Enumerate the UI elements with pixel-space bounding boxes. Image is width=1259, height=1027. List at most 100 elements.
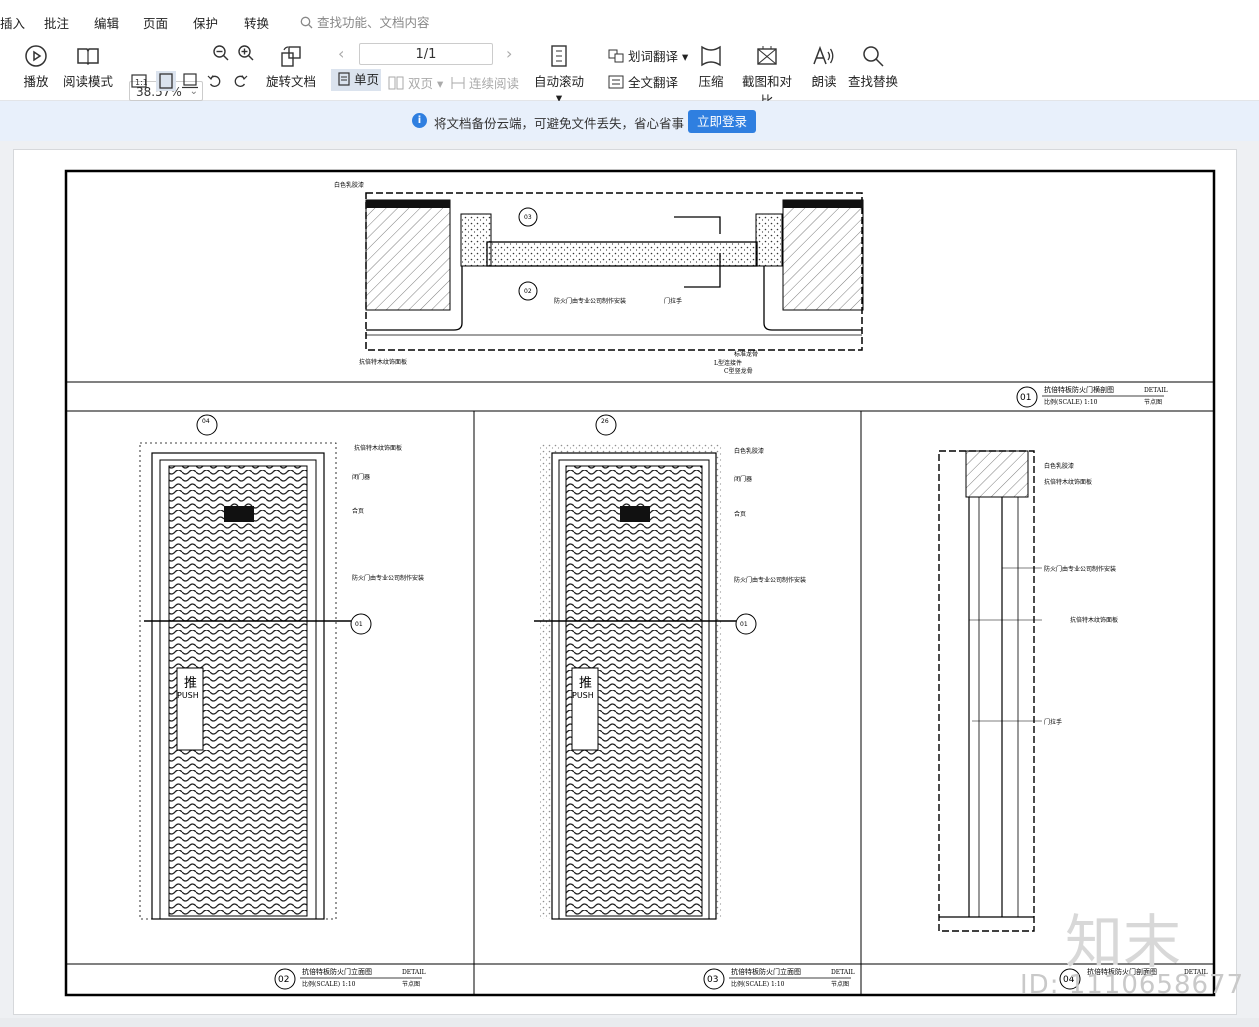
single-page-label: 单页 [353,72,379,87]
play-label: 播放 [23,74,49,89]
elev-a-no: 02 [278,975,289,985]
single-page-icon [338,72,350,86]
elev-b-no: 03 [707,975,718,985]
find-replace-label: 查找替换 [848,74,899,89]
read-aloud-button[interactable]: 朗读 [809,44,839,90]
auto-scroll-button[interactable]: 自动滚动 ▾ [529,44,589,105]
menu-convert[interactable]: 转换 [244,13,269,32]
label-fire-door-side: 防火门由专业公司制作安装 [1044,565,1116,573]
section-scale: 比例(SCALE) 1:10 [1044,398,1098,406]
label-fire-door-b: 防火门由专业公司制作安装 [734,576,806,584]
label-std-steel: 标准龙骨 [734,350,758,358]
read-aloud-label: 朗读 [811,74,837,89]
label-panel-side-2: 抗倍特木纹饰面板 [1070,616,1118,624]
cloud-backup-notice: i 将文档备份云端，可避免文件丢失，省心省事 立即登录 [0,101,1259,141]
prev-page-icon[interactable]: ‹ [338,44,344,63]
read-aloud-icon [813,45,834,65]
menu-page[interactable]: 页面 [143,13,168,32]
compress-icon [701,45,721,67]
function-search[interactable]: 查找功能、文档内容 [300,12,430,31]
menu-edit[interactable]: 编辑 [94,13,119,32]
rotate-left-icon[interactable] [207,73,223,89]
elev-b-detail-en: DETAIL [831,969,855,976]
label-white-latex-b: 白色乳胶漆 [734,447,764,455]
menu-bar: 插入 批注 编辑 页面 保护 转换 查找功能、文档内容 [0,0,1259,38]
menu-insert[interactable]: 插入 [0,13,25,32]
menu-protect[interactable]: 保护 [193,13,218,32]
watermark-id: ID: 1110658677 [1020,970,1245,1000]
zoom-out-icon[interactable] [212,44,230,62]
section-detail-en: DETAIL [1144,387,1168,394]
reading-mode-button[interactable]: 阅读模式 [63,44,113,90]
door-elevation-a: 推 PUSH 01 04 抗倍特木纹饰面板 闭门器 合页 防火门由专业公司制作安… [139,414,424,920]
label-closer-a: 闭门器 [352,473,370,481]
svg-text:1:1: 1:1 [135,78,147,87]
elev-b-scale: 比例(SCALE) 1:10 [731,980,785,988]
double-page-icon [388,76,404,90]
door-elevation-b: 推 PUSH 01 26 白色乳胶漆 闭门器 合页 防火门由专业公司制作安装 [534,414,806,920]
push-label-cn-b: 推 [579,676,592,691]
elev-a-mark: 01 [355,621,363,628]
elev-b-top-mark: 26 [601,418,609,425]
word-translate-button[interactable]: 划词翻译 ▾ [608,46,688,65]
play-button[interactable]: 播放 [22,44,50,90]
label-handle-top: 门拉手 [664,297,682,305]
rotate-right-icon[interactable] [232,73,248,89]
play-icon [25,45,47,67]
next-page-icon[interactable]: › [506,44,512,63]
login-button[interactable]: 立即登录 [688,110,756,133]
fit-page-icon[interactable] [156,71,176,91]
section-mark-bottom: 02 [524,288,532,295]
translate-icon [608,49,624,63]
book-icon [77,48,99,66]
word-translate-label: 划词翻译 [627,49,678,64]
search-icon [863,46,884,67]
actual-size-icon[interactable]: 1:1 [131,73,147,89]
push-label-en-a: PUSH [177,691,199,700]
rotate-document-button[interactable]: 旋转文档 [265,44,317,90]
auto-scroll-label: 自动滚动 [533,74,584,89]
push-label-en-b: PUSH [572,691,594,700]
label-handle-side: 门拉手 [1044,718,1062,726]
rotate-document-label: 旋转文档 [265,74,316,89]
info-icon: i [412,113,427,128]
screenshot-icon [757,46,777,65]
door-section-plan: 03 02 白色乳胶漆 防火门由专业公司制作安装 门拉手 抗倍特木纹饰面板 标准… [334,181,864,375]
elev-a-top-mark: 04 [202,418,210,425]
label-panel-side: 抗倍特木纹饰面板 [1044,478,1092,486]
elev-b-mark: 01 [740,621,748,628]
label-fire-door-top: 防火门由专业公司制作安装 [554,297,626,305]
page-indicator: 1/1 [415,47,437,62]
label-white-latex-side: 白色乳胶漆 [1044,462,1074,470]
push-label-cn-a: 推 [184,676,197,691]
find-replace-button[interactable]: 查找替换 [848,44,898,90]
search-icon [300,16,313,29]
label-closer-b: 闭门器 [734,475,752,483]
double-page-button[interactable]: 双页 ▾ [388,73,443,92]
compress-label: 压缩 [698,74,724,89]
auto-scroll-icon [551,45,567,67]
elevation-b-title-block: 03 抗倍特板防火门立面图 比例(SCALE) 1:10 DETAIL 节点图 [703,967,855,990]
horizontal-scrollbar[interactable] [0,1018,1259,1027]
fit-width-icon[interactable] [182,73,198,89]
screenshot-compare-button[interactable]: 截图和对比 [736,44,798,109]
section-mark-top: 03 [524,214,532,221]
zoom-in-icon[interactable] [237,44,255,62]
page-number-input[interactable]: 1/1 [359,43,493,65]
full-translate-button[interactable]: 全文翻译 [608,72,678,91]
compress-button[interactable]: 压缩 [696,44,726,90]
continuous-label: 连续阅读 [468,76,519,91]
label-fire-door-a: 防火门由专业公司制作安装 [352,574,424,582]
elevation-a-title-block: 02 抗倍特板防火门立面图 比例(SCALE) 1:10 DETAIL 节点图 [274,967,426,990]
notice-text: 将文档备份云端，可避免文件丢失，省心省事 [434,116,685,131]
single-page-button[interactable]: 单页 [331,69,381,91]
continuous-reading-button[interactable]: 连续阅读 [451,73,519,92]
elev-b-title: 抗倍特板防火门立面图 [731,967,801,976]
label-panel-top: 抗倍特木纹饰面板 [359,358,407,366]
elev-b-detail-cn: 节点图 [831,980,849,988]
rotate-document-icon [281,46,301,67]
watermark-logo: 知末 [1065,908,1182,976]
label-white-latex-top: 白色乳胶漆 [334,181,364,189]
menu-annotate[interactable]: 批注 [44,13,69,32]
full-translate-icon [608,75,624,89]
